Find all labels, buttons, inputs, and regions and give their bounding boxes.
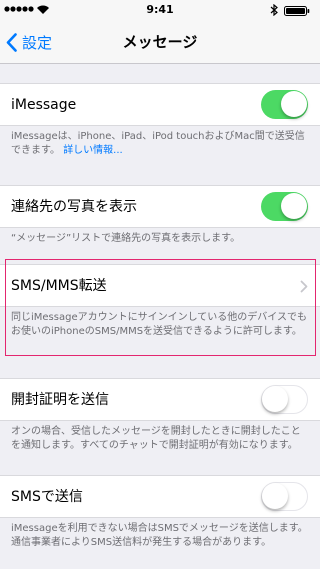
read-receipts-label: 開封証明を送信 [11, 392, 109, 408]
learn-more-link[interactable]: 詳しい情報... [63, 145, 123, 156]
bluetooth-icon [270, 4, 278, 16]
imessage-toggle[interactable] [261, 90, 308, 119]
toggle-knob [262, 386, 288, 412]
contact-photos-footer: “メッセージ”リストで連絡先の写真を表示します。 [11, 233, 241, 244]
read-receipts-toggle[interactable] [261, 385, 308, 414]
send-as-sms-toggle[interactable] [261, 482, 308, 511]
toggle-knob [262, 483, 288, 509]
send-as-sms-footer: iMessageを利用できない場合はSMSでメッセージを送信します。通信事業者に… [11, 523, 308, 548]
battery-icon [284, 6, 310, 16]
imessage-label: iMessage [11, 97, 77, 113]
imessage-cell: iMessage [0, 83, 320, 126]
imessage-footer: iMessageは、iPhone、iPad、iPod touchおよびMac間で… [11, 130, 309, 158]
toggle-knob [281, 91, 307, 117]
contact-photos-cell: 連絡先の写真を表示 [0, 185, 320, 228]
imessage-footer-text: iMessageは、iPhone、iPad、iPod touchおよびMac間で… [11, 131, 305, 156]
navigation-bar: 設定 メッセージ [0, 20, 320, 64]
contact-photos-toggle[interactable] [261, 192, 308, 221]
highlight-frame [5, 259, 316, 356]
read-receipts-footer: オンの場合、受信したメッセージを開封したときに開封したことを通知します。すべての… [11, 426, 301, 451]
contact-photos-label: 連絡先の写真を表示 [11, 199, 137, 215]
status-bar: 9:41 [0, 0, 320, 20]
send-as-sms-label: SMSで送信 [11, 489, 83, 505]
read-receipts-cell: 開封証明を送信 [0, 378, 320, 421]
toggle-knob [281, 193, 307, 219]
page-title: メッセージ [122, 33, 198, 51]
send-as-sms-cell: SMSで送信 [0, 475, 320, 518]
